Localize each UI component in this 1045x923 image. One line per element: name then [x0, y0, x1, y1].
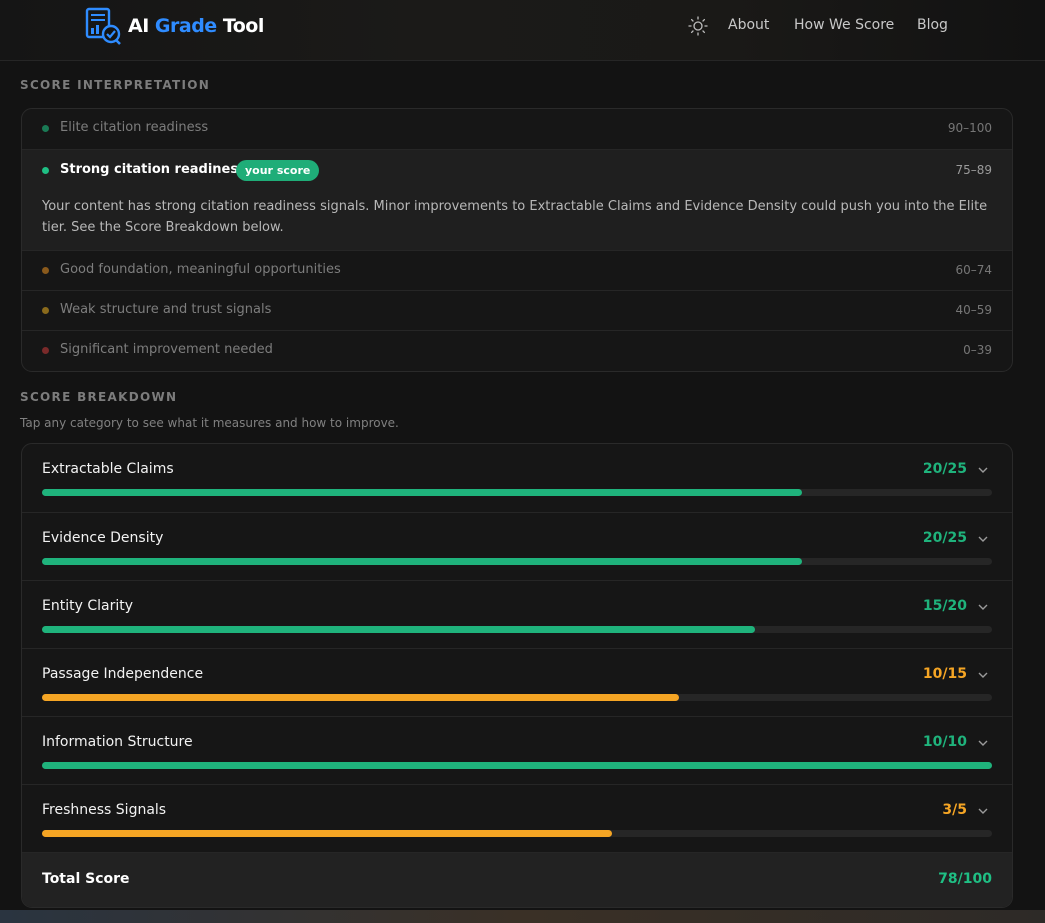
tier-label: Good foundation, meaningful opportunitie…: [60, 262, 341, 277]
category-name: Evidence Density: [42, 530, 164, 546]
tier-row-strong: Strong citation readiness your score 75–…: [22, 149, 1012, 250]
progress-bar-fill: [42, 762, 992, 769]
category-name: Information Structure: [42, 734, 193, 750]
category-name: Passage Independence: [42, 666, 204, 682]
tier-description: Your content has strong citation readine…: [42, 199, 988, 235]
tier-range: 75–89: [955, 163, 992, 177]
tier-label: Elite citation readiness: [60, 120, 209, 135]
category-score: 20/25: [922, 461, 967, 477]
tier-range: 90–100: [947, 121, 992, 135]
category-name: Entity Clarity: [42, 598, 133, 614]
chevron-down-icon[interactable]: [977, 464, 989, 476]
nav-about-link[interactable]: About: [728, 17, 769, 33]
category-name: Extractable Claims: [42, 461, 174, 477]
score-breakdown-panel: Extractable Claims 20/25 Evidence Densit…: [21, 443, 1013, 908]
category-row-entity-clarity[interactable]: Entity Clarity 15/20: [22, 580, 1012, 648]
brand-name: AI Grade Tool: [128, 15, 264, 37]
score-interpretation-heading: SCORE INTERPRETATION: [20, 78, 211, 92]
score-breakdown-subtitle: Tap any category to see what it measures…: [20, 416, 399, 430]
tier-dot: [42, 347, 49, 354]
brand-word-tool: Tool: [222, 15, 265, 37]
tier-dot: [42, 167, 49, 174]
taskbar-edge: [0, 910, 1045, 923]
sun-icon[interactable]: [688, 16, 708, 36]
brand-word-ai: AI: [128, 15, 149, 37]
total-score-label: Total Score: [42, 871, 130, 887]
score-breakdown-heading: SCORE BREAKDOWN: [20, 390, 178, 404]
tier-range: 60–74: [955, 263, 992, 277]
top-bar: AI Grade Tool About How We Score Blog: [0, 0, 1045, 61]
category-name: Freshness Signals: [42, 802, 167, 818]
chevron-down-icon[interactable]: [977, 533, 989, 545]
tier-label: Weak structure and trust signals: [60, 302, 272, 317]
chevron-down-icon[interactable]: [977, 737, 989, 749]
progress-bar: [42, 694, 992, 701]
progress-bar: [42, 762, 992, 769]
tier-label: Significant improvement needed: [60, 342, 273, 357]
nav-how-we-score-link[interactable]: How We Score: [794, 17, 894, 33]
chevron-down-icon[interactable]: [977, 805, 989, 817]
progress-bar: [42, 626, 992, 633]
total-score-row: Total Score 78/100: [22, 852, 1012, 907]
category-row-extractable-claims[interactable]: Extractable Claims 20/25: [22, 444, 1012, 512]
progress-bar-fill: [42, 830, 612, 837]
progress-bar-fill: [42, 694, 679, 701]
category-row-passage-independence[interactable]: Passage Independence 10/15: [22, 648, 1012, 716]
progress-bar-fill: [42, 489, 802, 496]
chevron-down-icon[interactable]: [977, 601, 989, 613]
brand-word-grade: Grade: [154, 15, 217, 37]
tier-row-good: Good foundation, meaningful opportunitie…: [22, 250, 1012, 290]
progress-bar: [42, 558, 992, 565]
category-row-information-structure[interactable]: Information Structure 10/10: [22, 716, 1012, 784]
tier-row-weak: Weak structure and trust signals 40–59: [22, 290, 1012, 330]
category-score: 20/25: [922, 530, 967, 546]
tier-label: Strong citation readiness: [60, 162, 246, 177]
progress-bar-fill: [42, 626, 755, 633]
nav-blog-link[interactable]: Blog: [917, 17, 948, 33]
score-interpretation-panel: Elite citation readiness 90–100 Strong c…: [21, 108, 1013, 372]
your-score-badge: your score: [236, 160, 320, 181]
report-check-icon: [85, 7, 121, 45]
tier-dot: [42, 267, 49, 274]
category-row-evidence-density[interactable]: Evidence Density 20/25: [22, 512, 1012, 580]
progress-bar: [42, 489, 992, 496]
category-row-freshness-signals[interactable]: Freshness Signals 3/5: [22, 784, 1012, 852]
progress-bar: [42, 830, 992, 837]
tier-row-significant: Significant improvement needed 0–39: [22, 330, 1012, 370]
tier-dot: [42, 125, 49, 132]
category-score: 10/15: [922, 666, 967, 682]
tier-row-elite: Elite citation readiness 90–100: [22, 109, 1012, 149]
progress-bar-fill: [42, 558, 802, 565]
brand-logo[interactable]: AI Grade Tool: [84, 7, 264, 45]
total-score-value: 78/100: [938, 871, 992, 887]
category-score: 10/10: [922, 734, 967, 750]
tier-range: 40–59: [955, 303, 992, 317]
category-score: 3/5: [942, 802, 967, 818]
category-score: 15/20: [922, 598, 967, 614]
tier-range: 0–39: [963, 343, 992, 357]
chevron-down-icon[interactable]: [977, 669, 989, 681]
tier-dot: [42, 307, 49, 314]
